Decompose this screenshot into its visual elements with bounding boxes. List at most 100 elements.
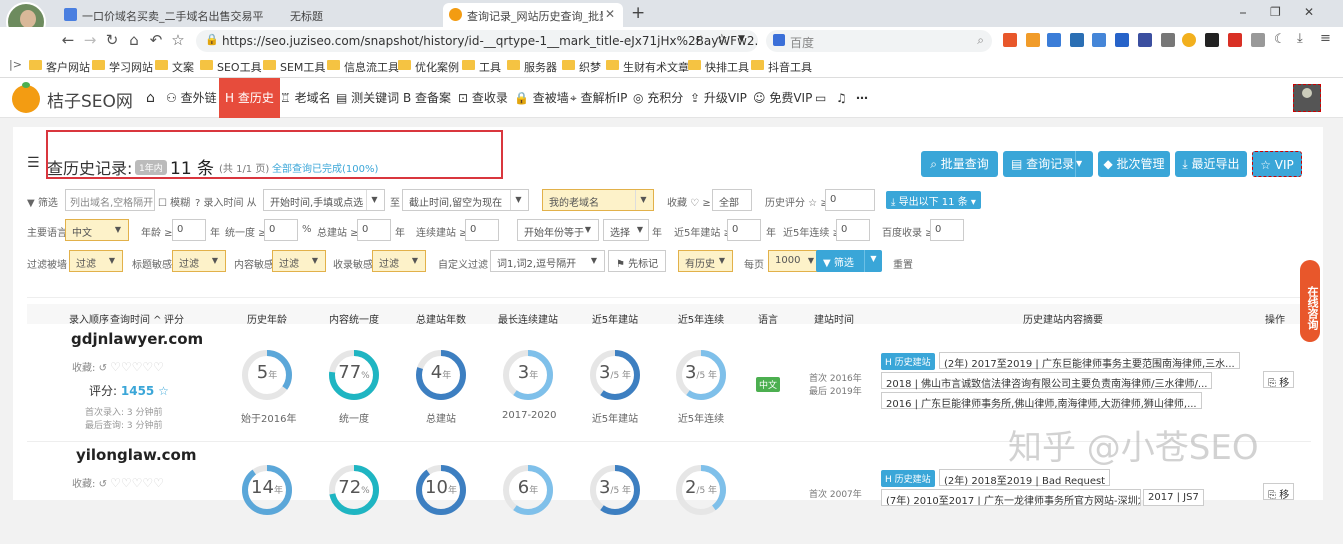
tab-domain-market[interactable]: 一口价域名买卖_二手域名出售交易平 xyxy=(58,3,266,27)
message-icon[interactable]: ▭ xyxy=(815,78,826,118)
bookmark-item[interactable]: 优化案例 xyxy=(398,59,459,75)
forward-icon[interactable]: → xyxy=(80,30,100,50)
extension-icon[interactable] xyxy=(1228,33,1242,47)
nav-item[interactable]: ⌖ 查解析IP xyxy=(570,78,627,118)
flash-icon[interactable]: ⚡ xyxy=(694,33,702,47)
minimize-icon[interactable]: ⎯ xyxy=(1240,5,1246,20)
old-domain-select[interactable]: 我的老域名 ▼ xyxy=(542,189,654,211)
undo-icon[interactable]: ↺ xyxy=(99,479,107,490)
domain-filter-input[interactable]: 列出域名,空格隔开 xyxy=(65,189,155,211)
extension-icon[interactable] xyxy=(1070,33,1084,47)
back-icon[interactable]: ← xyxy=(58,30,78,50)
lang-select[interactable]: 中文 ▼ xyxy=(65,219,129,241)
fav-select[interactable]: 全部 xyxy=(712,189,752,211)
score-input[interactable]: 0 xyxy=(825,189,875,211)
bookmark-star-icon[interactable]: ☆ xyxy=(716,32,728,47)
batch-query-button[interactable]: ⌕ 批量查询 xyxy=(921,151,998,177)
baidu-input[interactable]: 0 xyxy=(930,219,964,241)
age-input[interactable]: 0 xyxy=(172,219,206,241)
r5c-input[interactable]: 0 xyxy=(836,219,870,241)
caret-down-icon[interactable]: ▼ xyxy=(864,250,882,272)
caret-down-icon[interactable]: ▼ xyxy=(1075,151,1093,177)
move-button[interactable]: ⎘ 移 xyxy=(1263,483,1295,501)
user-avatar[interactable] xyxy=(1293,84,1321,112)
more-icon[interactable]: ⋯ xyxy=(856,78,868,118)
new-tab-icon[interactable]: + xyxy=(631,3,645,23)
nav-item[interactable]: ▤ 测关键词 xyxy=(336,78,399,118)
extension-icon[interactable] xyxy=(1026,33,1040,47)
extension-icon[interactable] xyxy=(1115,33,1129,47)
bookmark-item[interactable]: 工具 xyxy=(462,59,501,75)
nav-item[interactable]: ⊡ 查收录 xyxy=(458,78,508,118)
per-page-select[interactable]: 1000 ▼ xyxy=(768,250,822,272)
extension-icon[interactable] xyxy=(1003,33,1017,47)
history-tag[interactable]: H 历史建站 xyxy=(881,470,935,487)
extension-icon[interactable] xyxy=(1182,33,1196,47)
download-icon[interactable]: ⤓ xyxy=(1297,31,1303,46)
start-time-select[interactable]: 开始时间,手填或点选 ▼ xyxy=(263,189,385,211)
cont-input[interactable]: 0 xyxy=(465,219,499,241)
score-value[interactable]: 1455 xyxy=(121,384,154,398)
nav-item[interactable]: ⚇ 查外链 xyxy=(166,78,217,118)
nav-item[interactable]: 🔒 查被墙 xyxy=(514,78,569,118)
history-item[interactable]: 2017 | JS7 xyxy=(1143,489,1204,506)
history-item[interactable]: 2016 | 广东巨能律师事务所,佛山律师,南海律师,大沥律师,狮山律师,... xyxy=(881,392,1202,410)
nav-item[interactable]: ⇪ 升级VIP xyxy=(690,78,747,118)
reset-button[interactable]: 重置 xyxy=(893,256,913,271)
title-select[interactable]: 过滤 ▼ xyxy=(172,250,226,272)
history-tag[interactable]: H 历史建站 xyxy=(881,353,935,370)
wall-select[interactable]: 过滤 ▼ xyxy=(69,250,123,272)
moon-icon[interactable]: ☾ xyxy=(1274,32,1286,47)
domain-link[interactable]: gdjnlawyer.com xyxy=(71,330,203,348)
query-records-button[interactable]: ▤ 查询记录 ▼ xyxy=(1003,151,1093,177)
restore-icon[interactable]: ❐ xyxy=(1270,5,1281,19)
nav-item[interactable]: ♖ 老域名 xyxy=(280,78,331,118)
star-icon[interactable]: ☆ xyxy=(168,30,188,50)
menu-icon[interactable]: ≡ xyxy=(1320,31,1331,46)
nav-home-icon[interactable]: ⌂ xyxy=(146,78,155,118)
extension-icon[interactable] xyxy=(1138,33,1152,47)
bookmark-item[interactable]: 快排工具 xyxy=(688,59,749,75)
bookmark-item[interactable]: 生财有术文章 xyxy=(606,59,689,75)
unity-input[interactable]: 0 xyxy=(264,219,298,241)
tab-query-records[interactable]: 查询记录_网站历史查询_批量查询✕ xyxy=(443,3,623,27)
nav-item[interactable]: ◎ 充积分 xyxy=(633,78,683,118)
online-consult-widget[interactable]: 在线咨询 xyxy=(1300,260,1320,342)
fuzzy-checkbox[interactable]: ☐ 模糊 xyxy=(158,194,190,209)
r5-input[interactable]: 0 xyxy=(727,219,761,241)
bookmark-item[interactable]: 服务器 xyxy=(507,59,557,75)
extension-icon[interactable] xyxy=(1161,33,1175,47)
bookmark-item[interactable]: SEM工具 xyxy=(263,59,325,75)
site-logo[interactable]: 桔子SEO网 xyxy=(47,87,133,112)
extension-icon[interactable] xyxy=(1092,33,1106,47)
search-icon[interactable]: ⌕ xyxy=(977,33,984,48)
end-time-select[interactable]: 截止时间,留空为现在 ▼ xyxy=(402,189,529,211)
heart-icons[interactable]: ♡♡♡♡♡ xyxy=(110,360,164,374)
recent-export-button[interactable]: ⤓ 最近导出 xyxy=(1175,151,1247,177)
bookmark-item[interactable]: 客户网站 xyxy=(29,59,90,75)
domain-link[interactable]: yilonglaw.com xyxy=(76,446,196,464)
bookmark-item[interactable]: SEO工具 xyxy=(200,59,262,75)
total-input[interactable]: 0 xyxy=(357,219,391,241)
bookmark-item[interactable]: 织梦 xyxy=(562,59,601,75)
sidebar-toggle-icon[interactable]: |> xyxy=(9,58,22,71)
heart-icons[interactable]: ♡♡♡♡♡ xyxy=(110,476,164,490)
bookmark-item[interactable]: 文案 xyxy=(155,59,194,75)
orange-logo-icon[interactable] xyxy=(12,82,40,113)
bell-icon[interactable]: ♫ xyxy=(836,78,847,118)
bookmark-item[interactable]: 抖音工具 xyxy=(751,59,812,75)
batch-manage-button[interactable]: ◆ 批次管理 xyxy=(1098,151,1170,177)
history-item[interactable]: 2018 | 佛山市言诚致信法律咨询有限公司主要负责南海律师/三水律师/... xyxy=(881,372,1213,390)
bookmark-item[interactable]: 学习网站 xyxy=(92,59,153,75)
undo-icon[interactable]: ↶ xyxy=(146,30,166,50)
history-item[interactable]: (7年) 2010至2017 | 广东一龙律师事务所官方网站-深圳龙岗... xyxy=(881,489,1141,506)
year-choose-select[interactable]: 选择 ▼ xyxy=(603,219,649,241)
nav-item-active[interactable]: H 查历史 xyxy=(219,78,280,118)
tab-untitled[interactable]: 无标题 xyxy=(266,3,436,27)
start-year-select[interactable]: 开始年份等于 ▼ xyxy=(517,219,599,241)
home-icon[interactable]: ⌂ xyxy=(124,30,144,50)
history-item[interactable]: (2年) 2017至2019 | 广东巨能律师事务主要范围南海律师,三水... xyxy=(939,352,1240,370)
filter-button[interactable]: ▼ 筛选 ▼ xyxy=(816,250,882,272)
undo-icon[interactable]: ↺ xyxy=(99,363,107,374)
custom-filter-input[interactable]: 词1,词2,逗号隔开 ▼ xyxy=(490,250,605,272)
